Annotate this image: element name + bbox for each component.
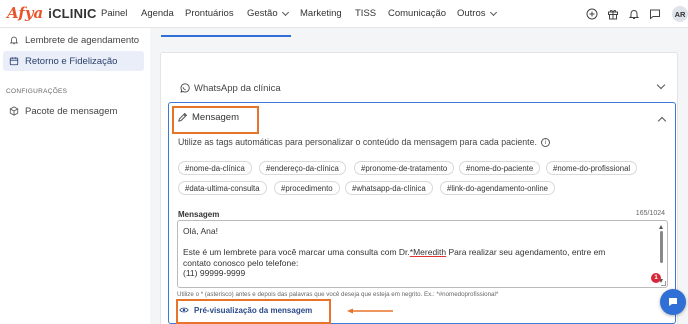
chat-bubble-icon: [669, 298, 677, 306]
scroll-thumb[interactable]: [660, 231, 663, 263]
nav-item-tiss[interactable]: TISS: [355, 8, 380, 19]
app-logo[interactable]: Afya iCLINIC: [7, 4, 97, 22]
sidebar-item-retorno[interactable]: Retorno e Fidelização: [3, 51, 144, 71]
bell-icon[interactable]: [627, 7, 641, 21]
nav-label: Prontuários: [185, 8, 234, 19]
nav-item-comunicacao[interactable]: Comunicação: [388, 8, 448, 19]
top-navigation-bar: Afya iCLINIC Painel Agenda Prontuários G…: [0, 0, 688, 28]
sidebar: Lembrete de agendamento Retorno e Fideli…: [0, 28, 150, 324]
message-textarea[interactable]: Olá, Ana! Este é um lembrete para você m…: [177, 220, 668, 288]
scroll-up-icon[interactable]: [659, 225, 663, 229]
message-panel: Mensagem Utilize as tags automáticas par…: [168, 102, 676, 324]
info-icon[interactable]: i: [540, 137, 550, 147]
message-line: contato conosco pelo telefone:: [183, 257, 299, 268]
chevron-up-icon[interactable]: [657, 116, 667, 126]
chevron-down-icon: [281, 8, 289, 16]
sidebar-item-pacote[interactable]: Pacote de mensagem: [3, 101, 144, 121]
tag-chip[interactable]: #pronome-de-tratamento: [354, 161, 455, 175]
tag-chip[interactable]: #link-do-agendamento-online: [440, 181, 555, 195]
highlight-box-preview: [176, 299, 331, 324]
nav-item-agenda[interactable]: Agenda: [141, 8, 181, 19]
tags-instruction: Utilize as tags automáticas para persona…: [178, 137, 550, 147]
message-text: Este é um lembrete para você marcar uma …: [183, 247, 410, 257]
resize-grip-icon[interactable]: [661, 281, 666, 286]
whatsapp-icon: [180, 82, 190, 93]
sidebar-item-label: Retorno e Fidelização: [25, 55, 118, 67]
sidebar-item-label: Pacote de mensagem: [25, 105, 118, 117]
whatsapp-accordion[interactable]: WhatsApp da clínica: [179, 79, 669, 97]
message-line: Olá, Ana!: [183, 226, 218, 236]
tag-chip[interactable]: #nome-do-paciente: [459, 161, 541, 175]
nav-item-prontuarios[interactable]: Prontuários: [185, 8, 245, 19]
nav-label: Painel: [101, 8, 128, 19]
gift-icon[interactable]: [606, 7, 620, 21]
tag-chip[interactable]: #nome-do-profissional: [546, 161, 638, 175]
character-counter: 165/1024: [635, 210, 665, 217]
chevron-down-icon: [489, 8, 497, 16]
logo-brand: Afya: [7, 4, 44, 22]
bold-hint: Utilize o * (asterisco) antes e depois d…: [177, 291, 499, 298]
nav-item-outros[interactable]: Outros: [457, 8, 502, 19]
sidebar-item-label: Lembrete de agendamento: [25, 34, 140, 46]
box-icon: [9, 106, 19, 116]
nav-item-painel[interactable]: Painel: [101, 8, 135, 19]
instruction-text: Utilize as tags automáticas para persona…: [178, 137, 537, 147]
tag-chip[interactable]: #endereço-da-clínica: [259, 161, 346, 175]
message-text-misspelled: *Meredith: [409, 247, 447, 257]
message-line: Este é um lembrete para você marcar uma …: [183, 247, 651, 258]
chevron-down-icon[interactable]: [656, 80, 666, 90]
annotation-arrow-icon: [347, 308, 393, 314]
tag-chip[interactable]: #procedimento: [274, 181, 340, 195]
message-line: (11) 99999-9999: [183, 268, 246, 278]
message-text: Para realizar seu agendamento, entre em: [446, 247, 606, 257]
whatsapp-label: WhatsApp da clínica: [194, 82, 281, 94]
nav-label: TISS: [355, 8, 377, 19]
tag-chip[interactable]: #whatsapp-da-clínica: [345, 181, 433, 195]
tag-chip[interactable]: #nome-da-clínica: [178, 161, 252, 175]
nav-label: Marketing: [300, 8, 342, 19]
chat-icon[interactable]: [648, 7, 662, 21]
calendar-icon: [9, 57, 19, 66]
nav-label: Gestão: [247, 8, 278, 19]
user-avatar[interactable]: AR: [672, 6, 688, 22]
active-tab-indicator: [161, 35, 291, 37]
add-circle-icon[interactable]: [585, 7, 599, 21]
nav-label: Comunicação: [388, 8, 447, 19]
support-chat-button[interactable]: [660, 289, 686, 315]
nav-label: Outros: [457, 8, 486, 19]
nav-item-marketing[interactable]: Marketing: [300, 8, 350, 19]
logo-product: iCLINIC: [48, 6, 97, 21]
sidebar-section-title: CONFIGURAÇÕES: [6, 88, 68, 95]
message-field-label: Mensagem: [178, 210, 220, 219]
bell-icon: [9, 36, 19, 45]
top-actions: AR: [585, 6, 688, 22]
tag-chip[interactable]: #data-ultima-consulta: [178, 181, 267, 195]
highlight-box-title: [172, 106, 259, 134]
grammar-badge[interactable]: 1: [651, 273, 661, 283]
nav-label: Agenda: [141, 8, 174, 19]
nav-item-gestao[interactable]: Gestão: [247, 8, 297, 19]
sidebar-item-lembrete[interactable]: Lembrete de agendamento: [3, 30, 144, 50]
